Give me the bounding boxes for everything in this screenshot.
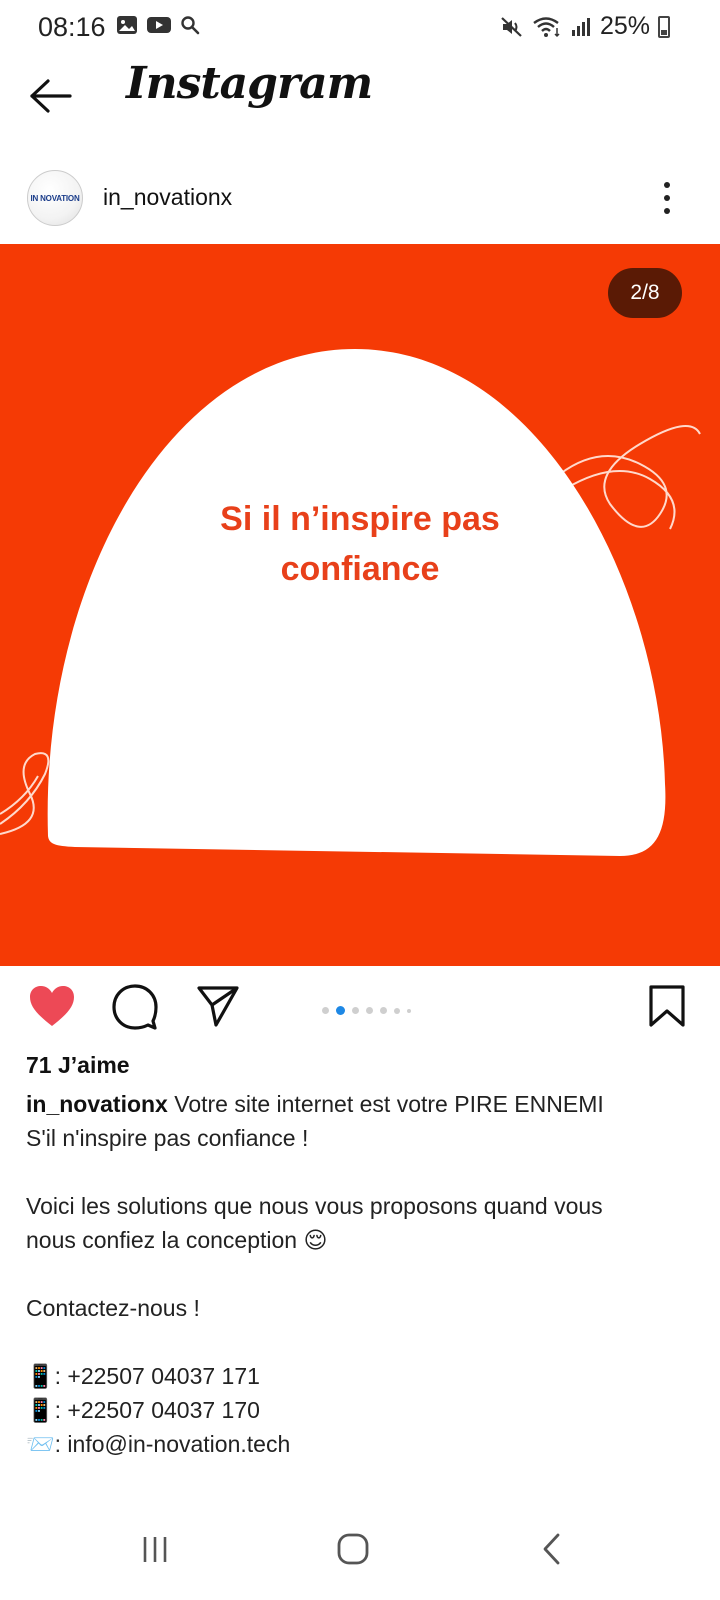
caption-line: Contactez-nous !	[26, 1295, 200, 1321]
avatar-logo-text: IN NOVATION	[30, 193, 80, 203]
caption-line: nous confiez la conception 😌	[26, 1227, 328, 1253]
battery-icon	[658, 15, 670, 38]
carousel-dot-active	[336, 1006, 345, 1015]
mute-icon	[501, 16, 522, 37]
caption-hashtags-cutoff	[26, 1494, 166, 1502]
app-bar: Instagram	[0, 52, 720, 147]
status-time: 08:16	[38, 12, 106, 42]
more-vertical-icon[interactable]	[652, 178, 682, 218]
post-header: IN NOVATION in_novationx	[0, 162, 720, 232]
carousel-dot	[352, 1007, 359, 1014]
post-username[interactable]: in_novationx	[103, 184, 232, 211]
carousel-dot	[394, 1007, 400, 1014]
caption-line: Voici les solutions que nous vous propos…	[26, 1193, 603, 1219]
caption-spacer	[26, 1325, 696, 1359]
status-right-icons: 25%	[500, 12, 670, 41]
caption-phone-1: 📱: +22507 04037 171	[26, 1363, 260, 1389]
send-icon[interactable]	[196, 984, 240, 1033]
youtube-icon	[147, 17, 171, 33]
phone-icon: 📱	[26, 1397, 55, 1423]
gallery-icon	[117, 16, 137, 34]
comment-icon[interactable]	[112, 984, 158, 1035]
caption-spacer	[26, 1257, 696, 1291]
bookmark-icon[interactable]	[648, 984, 686, 1033]
slide-text: Si il n’inspire pas confiance	[140, 494, 580, 594]
avatar[interactable]: IN NOVATION	[27, 170, 83, 226]
app-title: Instagram	[126, 58, 373, 109]
likes-count[interactable]: 71 J’aime	[26, 1052, 130, 1079]
status-left-icons	[116, 15, 200, 35]
battery-percent: 25%	[599, 12, 650, 40]
email-icon: 📨	[26, 1431, 55, 1457]
slide-text-line1: Si il n’inspire pas	[220, 500, 500, 538]
post-caption: in_novationx Votre site internet est vot…	[26, 1087, 696, 1461]
post-actions	[0, 966, 720, 1052]
wifi-icon	[533, 16, 560, 37]
caption-line: in_novationx Votre site internet est vot…	[26, 1091, 604, 1117]
caption-email: 📨: info@in-novation.tech	[26, 1431, 291, 1457]
caption-line: S'il n'inspire pas confiance !	[26, 1125, 309, 1151]
carousel-dot	[322, 1007, 329, 1014]
signal-icon	[571, 17, 590, 36]
recent-apps-icon[interactable]	[140, 1532, 172, 1571]
system-nav-bar	[0, 1508, 720, 1600]
caption-spacer	[26, 1155, 696, 1189]
phone-icon: 📱	[26, 1363, 55, 1389]
slide-illustration	[0, 349, 701, 856]
status-bar: 08:16 25%	[0, 0, 720, 52]
carousel-dot	[380, 1007, 387, 1014]
carousel-counter: 2/8	[608, 268, 682, 318]
system-back-icon[interactable]	[540, 1532, 564, 1571]
caption-username[interactable]: in_novationx	[26, 1091, 168, 1117]
post-image-carousel[interactable]: 2/8 Si il n’inspire pas confiance	[0, 244, 720, 966]
caption-phone-2: 📱: +22507 04037 170	[26, 1397, 260, 1423]
heart-filled-icon[interactable]	[28, 984, 76, 1033]
slide-text-line2: confiance	[280, 550, 440, 588]
search-icon	[181, 16, 200, 35]
carousel-dot	[407, 1008, 411, 1013]
back-arrow-icon[interactable]	[28, 76, 78, 116]
home-icon[interactable]	[336, 1532, 370, 1571]
carousel-dot	[366, 1007, 373, 1014]
carousel-indicator	[322, 1006, 411, 1015]
